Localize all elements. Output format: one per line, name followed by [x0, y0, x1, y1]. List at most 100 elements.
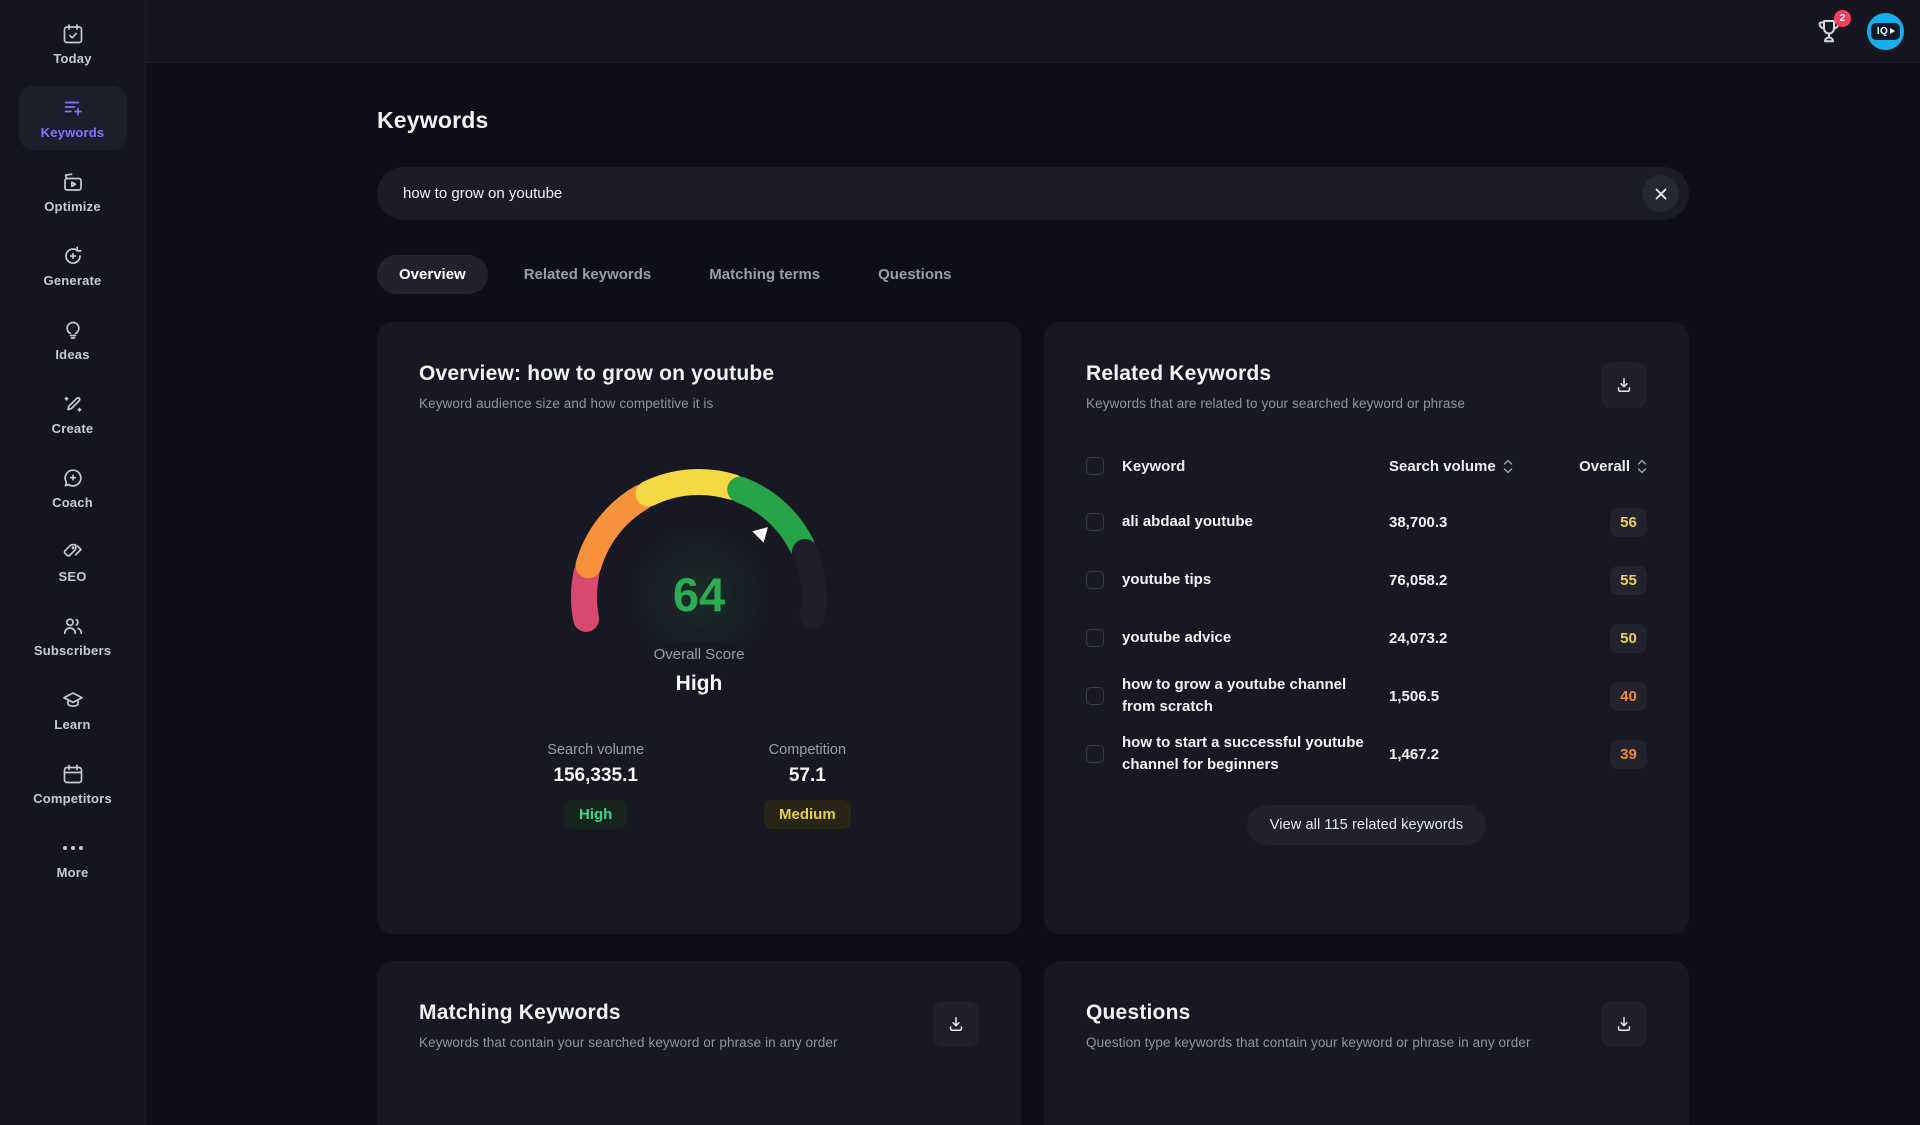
graduation-cap-icon [61, 688, 85, 712]
overview-card-subtitle: Keyword audience size and how competitiv… [419, 396, 774, 411]
sidebar-item-seo[interactable]: SEO [19, 530, 127, 594]
account-avatar[interactable]: IQ [1867, 13, 1904, 50]
search-volume-stat: Search volume 156,335.1 High [547, 742, 644, 829]
sidebar-item-optimize[interactable]: Optimize [19, 160, 127, 224]
download-icon [1614, 1014, 1634, 1034]
overall-score-gauge: 64 [539, 437, 859, 642]
tags-icon [61, 540, 85, 564]
download-matching-button[interactable] [933, 1001, 979, 1047]
lightbulb-icon [61, 318, 85, 342]
related-keywords-title: Related Keywords [1086, 362, 1465, 386]
sidebar-item-label: More [57, 865, 89, 880]
overall-score-badge: 55 [1610, 566, 1647, 595]
sidebar-item-create[interactable]: Create [19, 382, 127, 446]
sidebar-item-competitors[interactable]: Competitors [19, 752, 127, 816]
list-plus-icon [61, 96, 85, 120]
achievements-button[interactable]: 2 [1809, 11, 1849, 51]
overall-score-badge: 50 [1610, 624, 1647, 653]
sidebar-item-today[interactable]: Today [19, 12, 127, 76]
sidebar-item-label: Today [53, 51, 91, 66]
users-icon [61, 614, 85, 638]
sidebar-item-subscribers[interactable]: Subscribers [19, 604, 127, 668]
row-checkbox[interactable] [1086, 687, 1104, 705]
questions-card: Questions Question type keywords that co… [1044, 961, 1689, 1125]
row-checkbox[interactable] [1086, 513, 1104, 531]
sidebar-item-ideas[interactable]: Ideas [19, 308, 127, 372]
overall-column-header[interactable]: Overall [1579, 458, 1647, 475]
main-content: Keywords Overview Related keywords Match… [146, 63, 1920, 1125]
overall-score-badge: 39 [1610, 740, 1647, 769]
related-keywords-subtitle: Keywords that are related to your search… [1086, 396, 1465, 411]
tab-related-keywords[interactable]: Related keywords [502, 255, 674, 294]
table-row[interactable]: how to grow a youtube channel from scrat… [1086, 667, 1647, 725]
sidebar-item-label: Generate [44, 273, 102, 288]
keyword-tabs: Overview Related keywords Matching terms… [377, 255, 1689, 294]
select-all-checkbox[interactable] [1086, 457, 1104, 475]
overall-score-badge: 40 [1610, 682, 1647, 711]
table-row[interactable]: ali abdaal youtube 38,700.3 56 [1086, 493, 1647, 551]
sidebar-item-generate[interactable]: Generate [19, 234, 127, 298]
search-volume-badge: High [564, 800, 627, 829]
refresh-sparkle-icon [61, 244, 85, 268]
questions-subtitle: Question type keywords that contain your… [1086, 1035, 1531, 1050]
matching-keywords-title: Matching Keywords [419, 1001, 838, 1025]
gauge-pointer [752, 521, 773, 542]
sidebar-item-learn[interactable]: Learn [19, 678, 127, 742]
sidebar-item-label: Coach [52, 495, 93, 510]
keyword-search-input[interactable] [403, 185, 1642, 202]
clear-search-button[interactable] [1642, 175, 1679, 212]
related-keywords-card: Related Keywords Keywords that are relat… [1044, 322, 1689, 934]
download-icon [946, 1014, 966, 1034]
sidebar-item-label: Keywords [41, 125, 105, 140]
competition-badge: Medium [764, 800, 851, 829]
topbar: 2 IQ [146, 0, 1920, 63]
close-icon [1654, 187, 1668, 201]
view-all-related-button[interactable]: View all 115 related keywords [1247, 805, 1486, 845]
table-row[interactable]: how to start a successful youtube channe… [1086, 725, 1647, 783]
row-checkbox[interactable] [1086, 745, 1104, 763]
matching-keywords-card: Matching Keywords Keywords that contain … [377, 961, 1021, 1125]
sidebar-item-label: Create [52, 421, 94, 436]
ellipsis-icon [63, 836, 83, 860]
row-checkbox[interactable] [1086, 629, 1104, 647]
search-volume-column-header[interactable]: Search volume [1389, 458, 1559, 475]
competition-stat: Competition 57.1 Medium [764, 742, 851, 829]
row-checkbox[interactable] [1086, 571, 1104, 589]
tab-overview[interactable]: Overview [377, 255, 488, 294]
sidebar-item-coach[interactable]: Coach [19, 456, 127, 520]
overall-score-badge: 56 [1610, 508, 1647, 537]
overview-card: Overview: how to grow on youtube Keyword… [377, 322, 1021, 934]
sidebar-item-label: SEO [58, 569, 86, 584]
matching-keywords-subtitle: Keywords that contain your searched keyw… [419, 1035, 838, 1050]
overall-score-level: High [419, 672, 979, 696]
tab-matching-terms[interactable]: Matching terms [687, 255, 842, 294]
video-box-icon [61, 170, 85, 194]
sidebar: Today Keywords Optimize Generate Ideas [0, 0, 146, 1125]
page-title: Keywords [377, 107, 1689, 134]
calendar-check-icon [61, 22, 85, 46]
sidebar-item-label: Optimize [44, 199, 101, 214]
download-related-button[interactable] [1601, 362, 1647, 408]
sidebar-item-label: Competitors [33, 791, 112, 806]
table-row[interactable]: youtube advice 24,073.2 50 [1086, 609, 1647, 667]
keyword-search-bar [377, 167, 1689, 220]
notification-badge: 2 [1834, 10, 1851, 27]
vidiq-logo: IQ [1871, 23, 1900, 40]
sidebar-item-label: Learn [54, 717, 90, 732]
overall-score-value: 64 [539, 567, 859, 622]
sort-icon [1503, 459, 1513, 474]
sidebar-item-more[interactable]: More [19, 826, 127, 890]
overview-stats: Search volume 156,335.1 High Competition… [419, 742, 979, 829]
calendar-icon [61, 762, 85, 786]
related-keywords-table: Keyword Search volume Overall ali abdaal… [1086, 443, 1647, 783]
questions-title: Questions [1086, 1001, 1531, 1025]
download-icon [1614, 375, 1634, 395]
sidebar-item-keywords[interactable]: Keywords [19, 86, 127, 150]
pen-sparkle-icon [61, 392, 85, 416]
download-questions-button[interactable] [1601, 1001, 1647, 1047]
table-row[interactable]: youtube tips 76,058.2 55 [1086, 551, 1647, 609]
tab-questions[interactable]: Questions [856, 255, 973, 294]
overall-score-label: Overall Score [419, 646, 979, 663]
chat-sparkle-icon [61, 466, 85, 490]
keyword-column-header: Keyword [1122, 458, 1389, 475]
